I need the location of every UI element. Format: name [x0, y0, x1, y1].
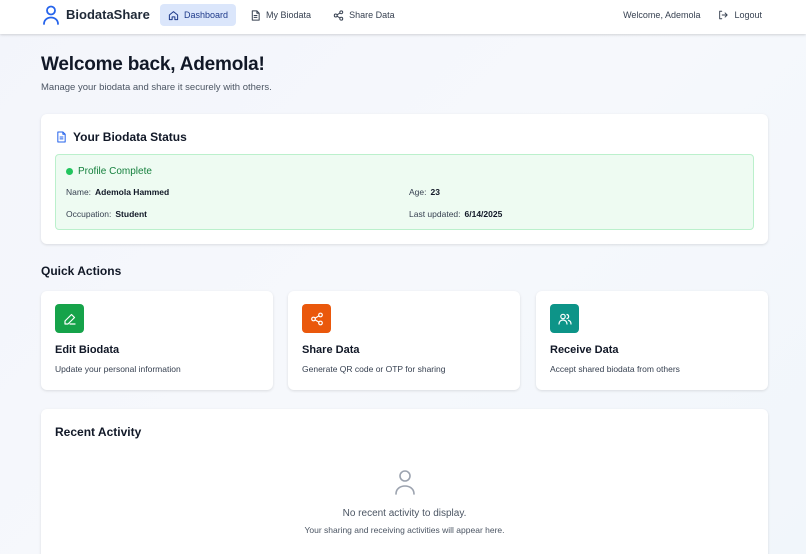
- page-subtitle: Manage your biodata and share it securel…: [41, 82, 272, 93]
- logout-label: Logout: [734, 10, 762, 20]
- receive-data-desc: Accept shared biodata from others: [550, 364, 680, 374]
- pencil-icon: [55, 304, 84, 333]
- profile-complete-text: Profile Complete: [78, 166, 152, 177]
- brand-name: BiodataShare: [66, 7, 150, 22]
- name-field: Name: Ademola Hammed: [66, 187, 169, 197]
- home-icon: [168, 10, 179, 21]
- share-data-card[interactable]: Share Data Generate QR code or OTP for s…: [288, 291, 520, 390]
- age-field: Age: 23: [409, 187, 440, 197]
- last-updated-value: 6/14/2025: [464, 209, 503, 219]
- status-card-title: Your Biodata Status: [56, 130, 187, 144]
- occupation-field: Occupation: Student: [66, 209, 147, 219]
- logout-icon: [718, 10, 729, 20]
- share-icon: [333, 9, 344, 21]
- share-data-title: Share Data: [302, 344, 360, 356]
- document-icon: [250, 9, 261, 21]
- header-user-area: Welcome, Ademola Logout: [623, 4, 762, 26]
- edit-biodata-title: Edit Biodata: [55, 344, 120, 356]
- brand[interactable]: BiodataShare: [42, 5, 150, 25]
- nav-dashboard[interactable]: Dashboard: [160, 4, 237, 26]
- main-nav: Dashboard My Biodata Share Data: [160, 4, 409, 26]
- user-icon: [393, 469, 417, 495]
- logout-button[interactable]: Logout: [718, 10, 762, 20]
- status-summary-box: Profile Complete Name: Ademola Hammed Age…: [55, 154, 754, 230]
- user-icon: [42, 5, 60, 25]
- nav-dashboard-label: Dashboard: [184, 10, 229, 20]
- edit-biodata-card[interactable]: Edit Biodata Update your personal inform…: [41, 291, 273, 390]
- empty-activity-hint: Your sharing and receiving activities wi…: [304, 525, 505, 535]
- profile-complete-badge: Profile Complete: [66, 166, 152, 177]
- document-icon: [56, 131, 67, 143]
- share-icon: [302, 304, 331, 333]
- welcome-user-text: Welcome, Ademola: [623, 10, 701, 20]
- occupation-label: Occupation:: [66, 209, 112, 219]
- edit-biodata-desc: Update your personal information: [55, 364, 181, 374]
- share-data-desc: Generate QR code or OTP for sharing: [302, 364, 446, 374]
- receive-data-title: Receive Data: [550, 344, 619, 356]
- biodata-status-card: Your Biodata Status Profile Complete Nam…: [41, 114, 768, 244]
- nav-share-data[interactable]: Share Data: [325, 4, 403, 26]
- nav-my-biodata-label: My Biodata: [266, 10, 312, 20]
- last-updated-field: Last updated: 6/14/2025: [409, 209, 502, 219]
- top-navbar: BiodataShare Dashboard My Biodata Share …: [0, 0, 806, 34]
- receive-data-card[interactable]: Receive Data Accept shared biodata from …: [536, 291, 768, 390]
- occupation-value: Student: [115, 209, 148, 219]
- status-card-title-text: Your Biodata Status: [73, 130, 187, 144]
- nav-my-biodata[interactable]: My Biodata: [242, 4, 319, 26]
- status-dot-icon: [66, 168, 73, 175]
- quick-actions-title: Quick Actions: [41, 264, 122, 278]
- name-value: Ademola Hammed: [95, 187, 170, 197]
- last-updated-label: Last updated:: [409, 209, 461, 219]
- name-label: Name:: [66, 187, 92, 197]
- page-title: Welcome back, Ademola!: [41, 54, 265, 75]
- age-value: 23: [430, 187, 440, 197]
- empty-activity-message: No recent activity to display.: [342, 508, 467, 519]
- recent-activity-title: Recent Activity: [55, 425, 142, 439]
- recent-activity-card: Recent Activity No recent activity to di…: [41, 409, 768, 554]
- users-icon: [550, 304, 579, 333]
- nav-share-data-label: Share Data: [349, 10, 395, 20]
- age-label: Age:: [409, 187, 427, 197]
